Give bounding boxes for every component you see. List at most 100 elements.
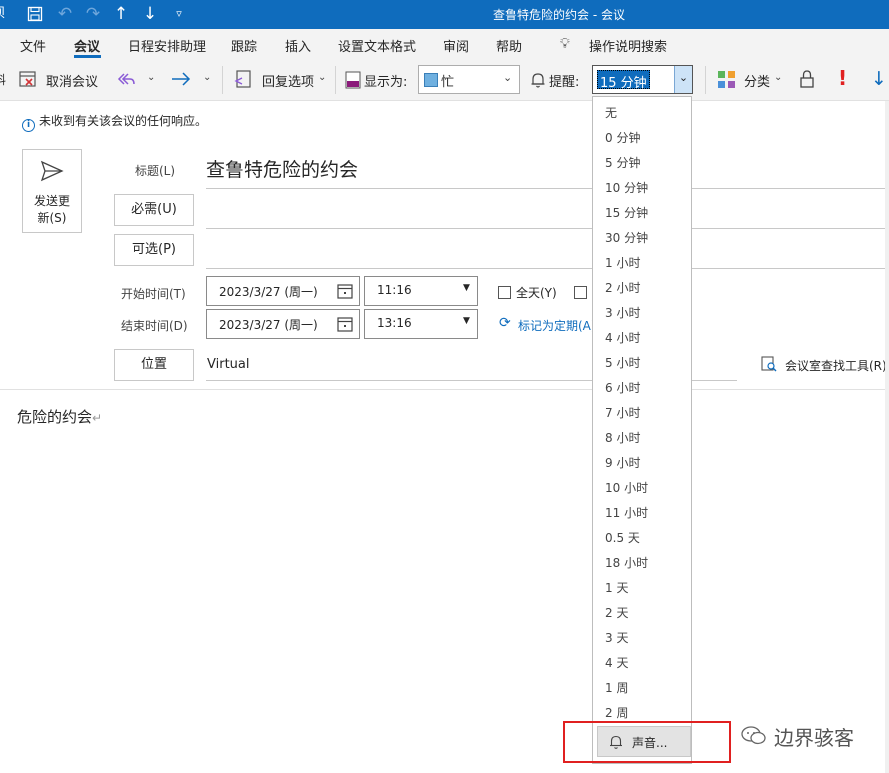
paragraph-mark: ↵ bbox=[92, 411, 103, 425]
window-title: 查鲁特危险的约会 - 会议 bbox=[493, 8, 625, 22]
save-icon[interactable] bbox=[24, 3, 46, 25]
recurrence-icon: ⟳ bbox=[499, 315, 511, 331]
reminder-option[interactable]: 15 分钟 bbox=[605, 204, 648, 221]
message-body[interactable]: 危险的约会↵ bbox=[17, 406, 102, 427]
scrollbar[interactable] bbox=[885, 101, 889, 773]
reminder-option[interactable]: 9 小时 bbox=[605, 454, 640, 471]
reminder-option[interactable]: 2 周 bbox=[605, 704, 628, 721]
reminder-option[interactable]: 11 小时 bbox=[605, 504, 648, 521]
menu-format-text[interactable]: 设置文本格式 bbox=[338, 36, 416, 55]
menu-meeting[interactable]: 会议 bbox=[74, 36, 100, 55]
reminder-option[interactable]: 10 分钟 bbox=[605, 179, 648, 196]
end-time-field[interactable]: 13:16 ▼ bbox=[364, 309, 478, 339]
reminder-option[interactable]: 6 小时 bbox=[605, 379, 640, 396]
lightbulb-icon: 💡︎ bbox=[560, 36, 570, 52]
make-recurring-button[interactable]: 标记为定期(A) bbox=[518, 317, 596, 334]
reminder-label: 提醒: bbox=[549, 75, 580, 90]
required-attendees-button[interactable]: 必需(U) bbox=[114, 194, 194, 226]
reminder-option[interactable]: 0.5 天 bbox=[605, 529, 640, 546]
menu-tracking[interactable]: 跟踪 bbox=[231, 36, 257, 55]
send-update-label-line1: 发送更 bbox=[33, 194, 70, 208]
arrow-down-icon[interactable]: ↓ bbox=[139, 3, 161, 25]
send-update-label-line2: 新(S) bbox=[37, 211, 67, 225]
room-finder-button[interactable]: 会议室查找工具(R) bbox=[785, 357, 887, 374]
location-input[interactable]: Virtual bbox=[207, 357, 249, 372]
end-date-field[interactable]: 2023/3/27 (周一) bbox=[206, 309, 360, 339]
send-update-button[interactable]: 发送更 新(S) bbox=[22, 149, 82, 233]
reminder-option[interactable]: 0 分钟 bbox=[605, 129, 640, 146]
reminder-option[interactable]: 5 分钟 bbox=[605, 154, 640, 171]
reminder-option[interactable]: 2 小时 bbox=[605, 279, 640, 296]
wechat-logo-icon bbox=[740, 725, 768, 750]
all-day-checkbox[interactable] bbox=[498, 286, 511, 299]
ribbon-edge-glyph: 料 bbox=[0, 73, 7, 87]
reminder-select[interactable]: 15 分钟 ⌄ bbox=[592, 65, 693, 94]
undo-icon[interactable]: ↶ bbox=[54, 3, 76, 25]
menu-scheduling-assistant[interactable]: 日程安排助理 bbox=[128, 36, 206, 55]
reminder-option[interactable]: 3 天 bbox=[605, 629, 628, 646]
reply-options-button[interactable]: 回复选项 bbox=[262, 71, 314, 90]
menu-review[interactable]: 审阅 bbox=[443, 36, 469, 55]
title-input[interactable]: 查鲁特危险的约会 bbox=[206, 155, 358, 182]
start-time-label: 开始时间(T) bbox=[121, 287, 186, 301]
start-date-field[interactable]: 2023/3/27 (周一) bbox=[206, 276, 360, 306]
location-button[interactable]: 位置 bbox=[114, 349, 194, 381]
optional-attendees-button[interactable]: 可选(P) bbox=[114, 234, 194, 266]
menu-file[interactable]: 文件 bbox=[20, 36, 46, 55]
forward-chevron-icon[interactable]: ⌄ bbox=[203, 72, 211, 83]
tell-me-search[interactable]: 操作说明搜索 bbox=[589, 36, 667, 55]
menu-insert[interactable]: 插入 bbox=[285, 36, 311, 55]
reminder-option[interactable]: 3 小时 bbox=[605, 304, 640, 321]
title-label: 标题(L) bbox=[135, 164, 176, 178]
end-date-value: 2023/3/27 (周一) bbox=[219, 318, 318, 332]
bell-icon bbox=[530, 71, 546, 92]
start-time-field[interactable]: 11:16 ▼ bbox=[364, 276, 478, 306]
reminder-option[interactable]: 1 天 bbox=[605, 579, 628, 596]
cancel-meeting-button[interactable]: 取消会议 bbox=[46, 71, 98, 90]
reminder-dropdown-list: 无 0 分钟 5 分钟 10 分钟 15 分钟 30 分钟 1 小时 2 小时 3 小时 4 小时… bbox=[592, 96, 692, 764]
reminder-option[interactable]: 4 天 bbox=[605, 654, 628, 671]
ribbon-separator bbox=[335, 66, 336, 94]
reminder-option[interactable]: 4 小时 bbox=[605, 329, 640, 346]
body-text: 危险的约会 bbox=[17, 408, 93, 426]
reminder-option[interactable]: 5 小时 bbox=[605, 354, 640, 371]
ribbon-separator bbox=[222, 66, 223, 94]
highlight-box bbox=[563, 721, 731, 763]
reminder-option[interactable]: 无 bbox=[605, 104, 617, 121]
low-importance-icon[interactable]: ↓ bbox=[871, 68, 887, 90]
active-tab-indicator bbox=[74, 55, 101, 58]
menu-help[interactable]: 帮助 bbox=[496, 36, 522, 55]
reminder-value: 15 分钟 bbox=[597, 70, 650, 91]
start-time-value: 11:16 bbox=[377, 283, 412, 297]
categorize-button[interactable]: 分类 bbox=[744, 71, 770, 90]
reminder-option[interactable]: 7 小时 bbox=[605, 404, 640, 421]
show-as-icon bbox=[345, 71, 361, 92]
reminder-option[interactable]: 10 小时 bbox=[605, 479, 648, 496]
ribbon-separator bbox=[705, 66, 706, 94]
high-importance-icon[interactable]: ! bbox=[838, 66, 847, 90]
customize-icon[interactable]: ▿ bbox=[168, 3, 190, 25]
reply-all-chevron-icon[interactable]: ⌄ bbox=[147, 72, 155, 83]
chevron-down-icon[interactable]: ▼ bbox=[463, 283, 470, 293]
time-zone-checkbox[interactable] bbox=[574, 286, 587, 299]
reply-options-chevron-icon[interactable]: ⌄ bbox=[318, 72, 326, 83]
calendar-icon[interactable] bbox=[337, 283, 353, 302]
private-lock-icon[interactable] bbox=[799, 69, 815, 92]
reply-options-icon bbox=[233, 69, 253, 92]
chevron-down-icon[interactable]: ▼ bbox=[463, 316, 470, 326]
categorize-chevron-icon[interactable]: ⌄ bbox=[774, 72, 782, 83]
chevron-down-icon[interactable]: ⌄ bbox=[674, 66, 692, 93]
busy-swatch bbox=[424, 73, 438, 87]
calendar-icon[interactable] bbox=[337, 316, 353, 335]
reminder-option[interactable]: 8 小时 bbox=[605, 429, 640, 446]
forward-icon[interactable] bbox=[170, 70, 192, 91]
reminder-option[interactable]: 1 小时 bbox=[605, 254, 640, 271]
arrow-up-icon[interactable]: ↑ bbox=[110, 3, 132, 25]
reminder-option[interactable]: 2 天 bbox=[605, 604, 628, 621]
show-as-select[interactable]: 忙 ⌄ bbox=[418, 65, 520, 94]
redo-icon[interactable]: ↷ bbox=[82, 3, 104, 25]
reminder-option[interactable]: 18 小时 bbox=[605, 554, 648, 571]
reminder-option[interactable]: 1 周 bbox=[605, 679, 628, 696]
reminder-option[interactable]: 30 分钟 bbox=[605, 229, 648, 246]
reply-all-icon[interactable] bbox=[116, 69, 136, 92]
